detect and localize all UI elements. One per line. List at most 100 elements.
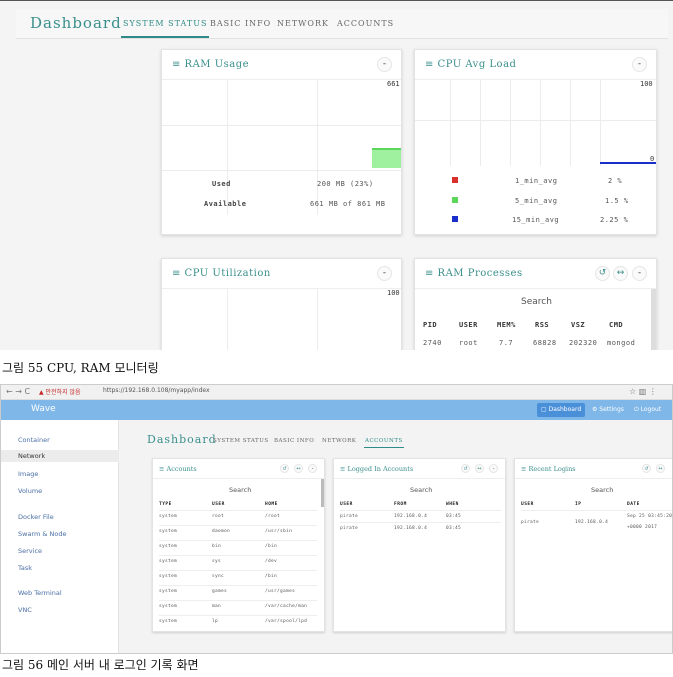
cell-ip: 192.168.0.4 bbox=[575, 520, 609, 525]
cell-vsz: 202320 bbox=[569, 339, 598, 347]
ram-usage-card: ≡ RAM Usage - 661 0 Used 200 MB (23%) Av… bbox=[161, 49, 402, 235]
row-divider bbox=[159, 600, 317, 601]
cell-when: 03:45 bbox=[446, 514, 462, 519]
card-title: ≡ RAM Usage bbox=[172, 59, 250, 70]
collapse-button[interactable]: - bbox=[308, 464, 317, 473]
grid-line bbox=[227, 289, 228, 350]
tab-accounts[interactable]: ACCOUNTS bbox=[364, 438, 404, 448]
legend-swatch-15min bbox=[452, 216, 458, 222]
cpu-avg-load-chart: 100 0 bbox=[415, 80, 656, 166]
col-rss: RSS bbox=[535, 321, 550, 329]
cell-user: pirate bbox=[521, 520, 540, 525]
browser-menu-icons[interactable]: ☆ ▥ ⋮ bbox=[629, 387, 657, 396]
address-bar[interactable]: https://192.168.0.108/myapp/index bbox=[103, 387, 210, 394]
refresh-button[interactable]: ↺ bbox=[461, 464, 470, 473]
col-user: USER bbox=[521, 502, 534, 507]
grid-line bbox=[162, 170, 401, 171]
tab-accounts[interactable]: ACCOUNTS bbox=[337, 19, 394, 28]
collapse-button[interactable]: - bbox=[632, 266, 647, 281]
legend-value-1min: 2 % bbox=[608, 177, 623, 185]
ram-usage-chart: 661 0 bbox=[162, 80, 401, 215]
cell-cmd: mongod bbox=[607, 339, 636, 347]
row-divider bbox=[159, 585, 317, 586]
sidebar-item-network[interactable]: Network bbox=[1, 450, 119, 462]
refresh-button[interactable]: ↺ bbox=[642, 464, 651, 473]
tab-network[interactable]: NETWORK bbox=[322, 438, 356, 444]
expand-button[interactable]: ↔ bbox=[475, 464, 484, 473]
refresh-button[interactable]: ↺ bbox=[280, 464, 289, 473]
tab-system-status[interactable]: SYSTEM STATUS bbox=[213, 438, 269, 444]
card-title: ≡ Accounts bbox=[159, 465, 197, 473]
grid-line bbox=[570, 80, 571, 166]
search-label[interactable]: Search bbox=[521, 297, 552, 307]
ram-used-bar bbox=[372, 148, 401, 168]
browser-nav-icons[interactable]: ← → C bbox=[6, 387, 30, 396]
row-divider bbox=[159, 525, 317, 526]
search-label[interactable]: Search bbox=[229, 486, 251, 494]
collapse-button[interactable]: - bbox=[377, 266, 392, 281]
dashboard-tab-bar: Dashboard SYSTEM STATUS BASIC INFO NETWO… bbox=[16, 9, 668, 39]
expand-button[interactable]: ↔ bbox=[294, 464, 303, 473]
logout-button[interactable]: ⏻ Logout bbox=[630, 403, 665, 417]
sidebar-item-container[interactable]: Container bbox=[18, 436, 50, 444]
cell-date: Sep 25 03:45:20 bbox=[627, 514, 673, 519]
sidebar-item-task[interactable]: Task bbox=[18, 564, 32, 572]
tab-basic-info[interactable]: BASIC INFO bbox=[210, 19, 271, 28]
cell-type: system bbox=[159, 514, 178, 519]
page-title: Dashboard bbox=[147, 433, 217, 446]
cell-rss: 68828 bbox=[533, 339, 557, 347]
cpu-utilization-card: ≡ CPU Utilization - 100 bbox=[161, 258, 402, 350]
sidebar-item-service[interactable]: Service bbox=[18, 547, 42, 555]
card-title: ≡ RAM Processes bbox=[425, 268, 523, 279]
refresh-button[interactable]: ↺ bbox=[595, 266, 610, 281]
sidebar-item-web-terminal[interactable]: Web Terminal bbox=[18, 589, 62, 597]
sidebar-item-image[interactable]: Image bbox=[18, 470, 38, 478]
col-from: FROM bbox=[394, 502, 407, 507]
tab-system-status[interactable]: SYSTEM STATUS bbox=[120, 19, 210, 38]
row-divider bbox=[159, 555, 317, 556]
collapse-button[interactable]: - bbox=[377, 57, 392, 72]
search-label[interactable]: Search bbox=[410, 486, 432, 494]
collapse-button[interactable]: - bbox=[489, 464, 498, 473]
tab-network[interactable]: NETWORK bbox=[277, 19, 329, 28]
collapse-button[interactable]: - bbox=[632, 57, 647, 72]
settings-button[interactable]: ⚙ Settings bbox=[588, 403, 628, 417]
dashboard-title: Dashboard bbox=[30, 14, 122, 32]
col-cmd: CMD bbox=[609, 321, 624, 329]
sidebar: Container Network Image Volume Docker Fi… bbox=[1, 420, 119, 653]
warning-text: ▲ 안전하지 않음 bbox=[39, 389, 81, 396]
row-divider bbox=[159, 570, 317, 571]
cell-user: root bbox=[212, 514, 225, 519]
figure-56-screenshot: ← → C ▲ 안전하지 않음 https://192.168.0.108/my… bbox=[0, 384, 673, 654]
col-ip: IP bbox=[575, 502, 582, 507]
dashboard-button[interactable]: ▢ Dashboard bbox=[537, 403, 586, 417]
legend-swatch-5min bbox=[452, 197, 458, 203]
cell-user: man bbox=[212, 604, 222, 609]
accounts-card: ≡ Accounts ↺ ↔ - Search TYPE USER HOME s… bbox=[152, 458, 325, 632]
expand-button[interactable]: ↔ bbox=[656, 464, 665, 473]
sidebar-item-swarm-node[interactable]: Swarm & Node bbox=[18, 530, 66, 538]
cell-home: /root bbox=[265, 514, 281, 519]
search-label[interactable]: Search bbox=[591, 486, 613, 494]
scrollbar[interactable] bbox=[321, 479, 324, 507]
app-brand[interactable]: Wave bbox=[31, 404, 56, 414]
cell-user: games bbox=[212, 589, 228, 594]
y-axis-max-label: 100 bbox=[387, 289, 400, 297]
cell-type: system bbox=[159, 574, 178, 579]
tab-basic-info[interactable]: BASIC INFO bbox=[274, 438, 314, 444]
card-title: ≡ Logged In Accounts bbox=[340, 465, 414, 473]
row-divider bbox=[159, 615, 317, 616]
top-border bbox=[0, 0, 673, 1]
cell-type: system bbox=[159, 559, 178, 564]
cell-home: /bin bbox=[265, 544, 278, 549]
expand-button[interactable]: ↔ bbox=[613, 266, 628, 281]
sidebar-item-volume[interactable]: Volume bbox=[18, 487, 42, 495]
col-mem: MEM% bbox=[497, 321, 516, 329]
scrollbar[interactable] bbox=[651, 289, 656, 350]
sidebar-item-docker-file[interactable]: Docker File bbox=[18, 513, 54, 521]
cell-type: system bbox=[159, 589, 178, 594]
cell-type: system bbox=[159, 529, 178, 534]
grid-line bbox=[450, 80, 451, 166]
grid-line bbox=[162, 125, 401, 126]
sidebar-item-vnc[interactable]: VNC bbox=[18, 606, 32, 614]
